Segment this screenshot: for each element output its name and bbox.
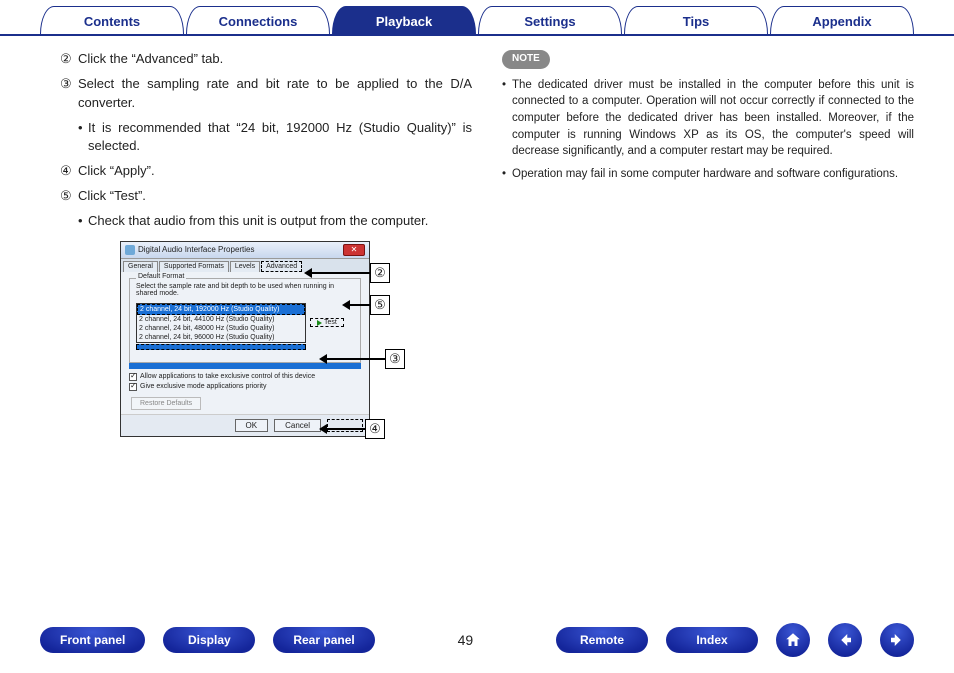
combo-option-0[interactable]: 2 channel, 24 bit, 192000 Hz (Studio Qua… — [137, 304, 305, 315]
home-icon — [784, 631, 802, 649]
step-3-num: ③ — [60, 75, 78, 113]
speaker-icon — [125, 245, 135, 255]
arrow-left-icon — [836, 631, 854, 649]
step-4-text: Click “Apply”. — [78, 162, 472, 181]
tab-appendix[interactable]: Appendix — [770, 6, 914, 34]
restore-defaults-button[interactable]: Restore Defaults — [131, 397, 201, 410]
combo-option-3[interactable]: 2 channel, 24 bit, 96000 Hz (Studio Qual… — [137, 333, 305, 342]
note-item-1: The dedicated driver must be installed i… — [502, 77, 914, 160]
remote-button[interactable]: Remote — [556, 627, 648, 653]
step-2-text: Click the “Advanced” tab. — [78, 50, 472, 69]
tab-playback[interactable]: Playback — [332, 6, 476, 34]
index-button[interactable]: Index — [666, 627, 758, 653]
dlg-tab-levels[interactable]: Levels — [230, 261, 260, 272]
checkbox-icon — [129, 373, 137, 381]
chk1-label: Allow applications to take exclusive con… — [140, 373, 315, 381]
prev-button[interactable] — [828, 623, 862, 657]
ok-button[interactable]: OK — [235, 419, 269, 432]
close-icon[interactable]: ✕ — [343, 244, 365, 256]
fieldset-legend: Default Format — [136, 273, 186, 280]
step-3-text: Select the sampling rate and bit rate to… — [78, 75, 472, 113]
combo-option-1[interactable]: 2 channel, 24 bit, 44100 Hz (Studio Qual… — [137, 315, 305, 324]
step-3: ③ Select the sampling rate and bit rate … — [60, 75, 472, 113]
dialog-title: Digital Audio Interface Properties — [138, 245, 255, 254]
rear-panel-button[interactable]: Rear panel — [273, 627, 374, 653]
play-icon — [317, 320, 322, 326]
checkbox-icon — [129, 383, 137, 391]
step-5: ⑤ Click “Test”. — [60, 187, 472, 206]
step-5-num: ⑤ — [60, 187, 78, 206]
step-2-num: ② — [60, 50, 78, 69]
right-column: NOTE The dedicated driver must be instal… — [502, 50, 914, 437]
cancel-button[interactable]: Cancel — [274, 419, 321, 432]
highlight-divider — [129, 363, 361, 369]
callout-2-label: ② — [370, 263, 390, 283]
front-panel-button[interactable]: Front panel — [40, 627, 145, 653]
test-label: Test — [324, 319, 337, 326]
chk-exclusive-control[interactable]: Allow applications to take exclusive con… — [129, 373, 361, 381]
next-button[interactable] — [880, 623, 914, 657]
format-combobox[interactable]: 2 channel, 24 bit, 192000 Hz (Studio Qua… — [136, 303, 306, 343]
dialog-titlebar: Digital Audio Interface Properties ✕ — [121, 242, 369, 259]
home-button[interactable] — [776, 623, 810, 657]
dialog-tabs: General Supported Formats Levels Advance… — [121, 259, 369, 272]
note-item-2: Operation may fail in some computer hard… — [502, 166, 914, 183]
chk2-label: Give exclusive mode applications priorit… — [140, 383, 266, 391]
bottom-bar: Front panel Display Rear panel 49 Remote… — [0, 623, 954, 657]
step-5-bullet: Check that audio from this unit is outpu… — [60, 212, 472, 231]
dlg-tab-general[interactable]: General — [123, 261, 158, 272]
page-number: 49 — [458, 632, 474, 648]
tab-tips[interactable]: Tips — [624, 6, 768, 34]
note-badge: NOTE — [502, 50, 550, 69]
dlg-tab-advanced[interactable]: Advanced — [261, 261, 302, 272]
combo-highlight-bar — [136, 344, 306, 350]
dialog-window: Digital Audio Interface Properties ✕ Gen… — [120, 241, 370, 437]
top-nav: Contents Connections Playback Settings T… — [0, 0, 954, 36]
step-4: ④ Click “Apply”. — [60, 162, 472, 181]
step-3-bullet: It is recommended that “24 bit, 192000 H… — [60, 119, 472, 157]
dialog-mock-wrap: Digital Audio Interface Properties ✕ Gen… — [120, 241, 440, 437]
chk-exclusive-priority[interactable]: Give exclusive mode applications priorit… — [129, 383, 361, 391]
tab-contents[interactable]: Contents — [40, 6, 184, 34]
callout-3-label: ③ — [385, 349, 405, 369]
fieldset-desc: Select the sample rate and bit depth to … — [136, 283, 354, 297]
test-button[interactable]: Test — [310, 318, 344, 327]
apply-button-group[interactable] — [327, 419, 363, 432]
left-column: ② Click the “Advanced” tab. ③ Select the… — [60, 50, 472, 437]
display-button[interactable]: Display — [163, 627, 255, 653]
dialog-footer: OK Cancel — [121, 414, 369, 436]
tab-connections[interactable]: Connections — [186, 6, 330, 34]
page-content: ② Click the “Advanced” tab. ③ Select the… — [0, 36, 954, 437]
step-2: ② Click the “Advanced” tab. — [60, 50, 472, 69]
dlg-tab-formats[interactable]: Supported Formats — [159, 261, 229, 272]
step-4-num: ④ — [60, 162, 78, 181]
tab-settings[interactable]: Settings — [478, 6, 622, 34]
callout-5-label: ⑤ — [370, 295, 390, 315]
step-5-text: Click “Test”. — [78, 187, 472, 206]
combo-option-2[interactable]: 2 channel, 24 bit, 48000 Hz (Studio Qual… — [137, 324, 305, 333]
arrow-right-icon — [888, 631, 906, 649]
default-format-fieldset: Default Format Select the sample rate an… — [129, 278, 361, 363]
